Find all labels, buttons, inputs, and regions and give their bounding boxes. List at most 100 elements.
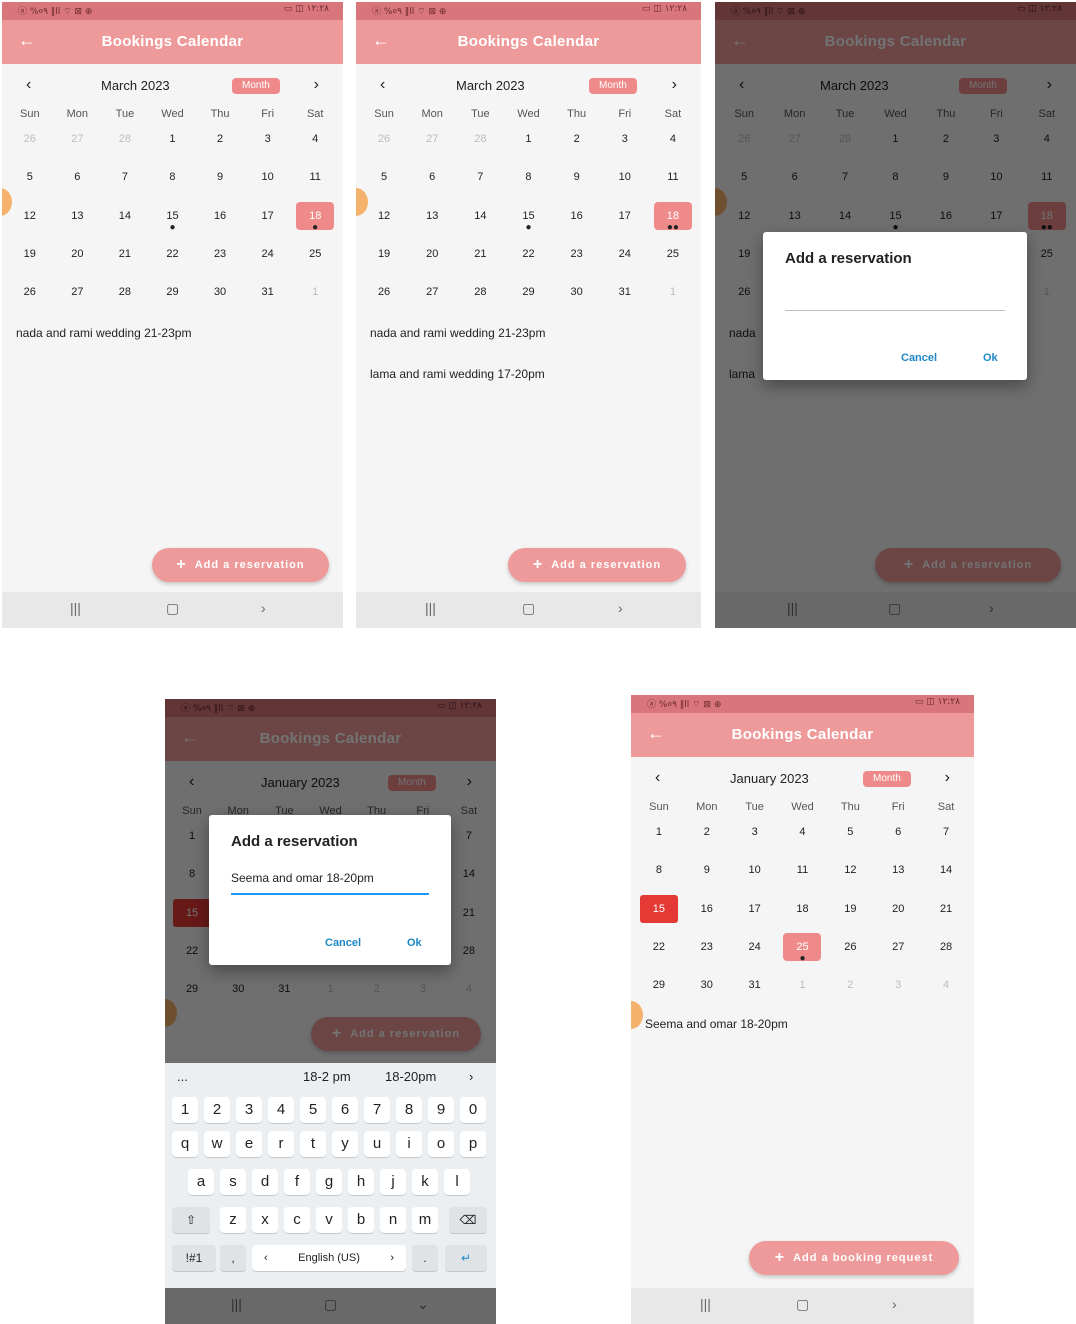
day-cell[interactable]: 5 [6,171,54,197]
day-cell[interactable]: 8 [504,171,552,197]
add-reservation-button[interactable]: + Add a reservation [508,548,686,582]
keyboard-key[interactable]: t [300,1131,326,1157]
keyboard-key[interactable]: s [220,1169,246,1195]
day-cell[interactable]: 27 [408,286,456,312]
keyboard-key[interactable]: w [204,1131,230,1157]
keyboard-key[interactable]: n [380,1207,406,1233]
keyboard-key[interactable]: 5 [300,1097,326,1123]
keyboard-key[interactable]: 3 [236,1097,262,1123]
format-button[interactable]: Month [232,78,280,94]
day-cell[interactable]: 29 [504,286,552,312]
day-cell[interactable]: 5 [360,171,408,197]
day-cell[interactable]: 17 [244,210,292,236]
day-cell[interactable]: 6 [54,171,102,197]
day-cell[interactable]: 23 [553,248,601,274]
day-cell[interactable]: 20 [874,903,922,929]
day-cell[interactable]: 26 [6,286,54,312]
backspace-key[interactable]: ⌫ [449,1207,487,1233]
format-button[interactable]: Month [863,771,911,787]
add-reservation-button[interactable]: + Add a reservation [152,548,329,582]
day-cell[interactable]: 7 [922,826,970,852]
keyboard-key[interactable]: b [348,1207,374,1233]
reservation-input[interactable] [785,288,1005,311]
keyboard-key[interactable]: l [444,1169,470,1195]
day-cell[interactable]: 19 [826,903,874,929]
day-cell[interactable]: 14 [922,864,970,890]
suggestion-arrow-icon[interactable]: › [469,1069,473,1084]
symbols-key[interactable]: !#1 [172,1245,216,1271]
ok-button[interactable]: Ok [407,937,422,949]
home-icon[interactable]: ▢ [522,600,535,617]
day-cell[interactable]: 25 [649,248,697,274]
day-cell[interactable]: 1 [649,286,697,312]
day-cell[interactable]: 31 [244,286,292,312]
day-cell[interactable]: 10 [731,864,779,890]
day-cell[interactable]: 27 [54,133,102,159]
keyboard-key[interactable]: 9 [428,1097,454,1123]
recent-apps-icon[interactable]: ||| [700,1296,711,1312]
day-cell[interactable]: 27 [54,286,102,312]
day-cell[interactable]: 9 [683,864,731,890]
keyboard-suggestion[interactable]: ... [177,1069,188,1084]
day-cell[interactable]: 5 [826,826,874,852]
day-cell[interactable]: 15● [149,210,197,236]
day-cell[interactable]: 13 [408,210,456,236]
back-nav-icon[interactable]: › [261,600,266,616]
chevron-left-icon[interactable]: ‹ [655,769,660,787]
day-cell[interactable]: 20 [54,248,102,274]
keyboard-key[interactable]: 7 [364,1097,390,1123]
recent-apps-icon[interactable]: ||| [70,600,81,616]
day-cell[interactable]: 15 [635,894,683,929]
day-cell[interactable]: 16 [553,210,601,236]
day-cell[interactable]: 12 [826,864,874,890]
chevron-right-icon[interactable]: › [314,76,319,94]
chevron-left-icon[interactable]: ‹ [26,76,31,94]
day-cell[interactable]: 22 [504,248,552,274]
keyboard-key[interactable]: q [172,1131,198,1157]
day-cell[interactable]: 15● [504,210,552,236]
day-cell[interactable]: 3 [731,826,779,852]
event-item[interactable]: nada and rami wedding 21-23pm [16,326,191,340]
keyboard-key[interactable]: j [380,1169,406,1195]
keyboard-key[interactable]: g [316,1169,342,1195]
event-item[interactable]: nada and rami wedding 21-23pm [370,326,545,340]
day-cell[interactable]: 4 [779,826,827,852]
event-item[interactable]: lama and rami wedding 17-20pm [370,367,545,381]
day-cell[interactable]: 31 [731,979,779,1005]
keyboard-key[interactable]: 0 [460,1097,486,1123]
day-cell[interactable]: 1 [504,133,552,159]
day-cell[interactable]: 22 [635,941,683,967]
day-cell[interactable]: 23 [683,941,731,967]
day-cell[interactable]: 12 [6,210,54,236]
day-cell[interactable]: 28 [456,133,504,159]
day-cell[interactable]: 20 [408,248,456,274]
day-cell[interactable]: 3 [874,979,922,1005]
day-cell[interactable]: 9 [553,171,601,197]
day-cell[interactable]: 27 [408,133,456,159]
day-cell[interactable]: 14 [456,210,504,236]
back-nav-icon[interactable]: › [618,600,623,616]
keyboard-key[interactable]: k [412,1169,438,1195]
day-cell[interactable]: 16 [683,903,731,929]
edge-handle[interactable] [631,1001,643,1029]
day-cell[interactable]: 4 [922,979,970,1005]
day-cell[interactable]: 28 [101,286,149,312]
keyboard-key[interactable]: x [252,1207,278,1233]
day-cell[interactable]: 27 [874,941,922,967]
day-cell[interactable]: 26 [6,133,54,159]
day-cell[interactable]: 22 [149,248,197,274]
day-cell[interactable]: 13 [874,864,922,890]
day-cell[interactable]: 26 [360,286,408,312]
day-cell[interactable]: 29 [635,979,683,1005]
day-cell[interactable]: 26 [826,941,874,967]
keyboard-key[interactable]: p [460,1131,486,1157]
keyboard-key[interactable]: c [284,1207,310,1233]
day-cell[interactable]: 6 [874,826,922,852]
space-key[interactable]: ‹ English (US) › [252,1245,406,1271]
day-cell[interactable]: 8 [149,171,197,197]
day-cell[interactable]: 9 [196,171,244,197]
day-cell[interactable]: 1 [779,979,827,1005]
day-cell[interactable]: 28 [101,133,149,159]
day-cell[interactable]: 11 [291,171,339,197]
day-cell[interactable]: 29 [149,286,197,312]
